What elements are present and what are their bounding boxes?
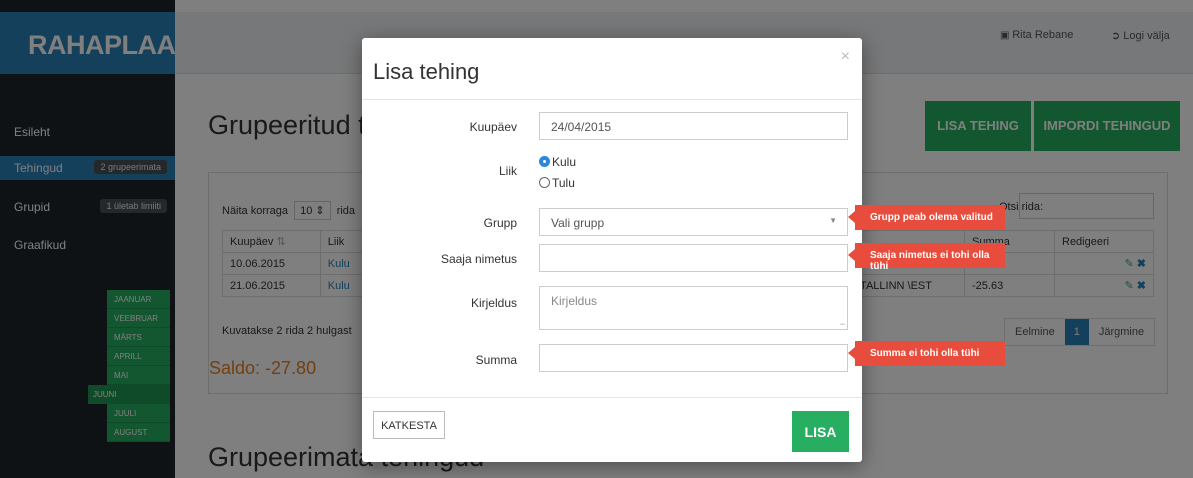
description-textarea[interactable]: Kirjeldus − — [539, 286, 848, 330]
radio-checked-icon — [539, 156, 550, 167]
radio-tulu[interactable]: Tulu — [539, 176, 575, 190]
radio-label: Kulu — [552, 155, 577, 169]
group-select[interactable]: Vali grupp ▼ — [539, 208, 848, 236]
resize-handle-icon[interactable]: − — [840, 319, 845, 329]
type-label: Liik — [498, 164, 517, 178]
modal-footer: KATKESTA LISA — [362, 397, 862, 462]
cancel-button[interactable]: KATKESTA — [373, 411, 445, 439]
amount-field[interactable] — [539, 344, 848, 372]
amount-error-tooltip: Summa ei tohi olla tühi — [848, 341, 1005, 366]
payee-field[interactable] — [539, 244, 848, 272]
modal-title: Lisa tehing — [373, 59, 480, 84]
radio-kulu[interactable]: Kulu — [539, 155, 576, 169]
radio-unchecked-icon — [539, 177, 550, 188]
modal-header: Lisa tehing × — [362, 38, 862, 100]
radio-label: Tulu — [552, 176, 575, 190]
add-transaction-modal: Lisa tehing × Kuupäev 24/04/2015 Liik Ku… — [362, 38, 862, 462]
submit-button[interactable]: LISA — [792, 411, 849, 452]
date-field[interactable]: 24/04/2015 — [539, 112, 848, 140]
amount-label: Summa — [475, 353, 517, 367]
close-icon[interactable]: × — [841, 48, 850, 66]
group-label: Grupp — [483, 216, 517, 230]
date-label: Kuupäev — [469, 120, 517, 134]
group-error-tooltip: Grupp peab olema valitud — [848, 205, 1005, 230]
chevron-down-icon: ▼ — [829, 216, 837, 225]
group-placeholder: Vali grupp — [551, 216, 605, 230]
payee-error-tooltip: Saaja nimetus ei tohi olla tühi — [848, 243, 1005, 272]
description-label: Kirjeldus — [470, 296, 517, 310]
description-placeholder: Kirjeldus — [551, 294, 598, 308]
payee-label: Saaja nimetus — [440, 252, 517, 266]
